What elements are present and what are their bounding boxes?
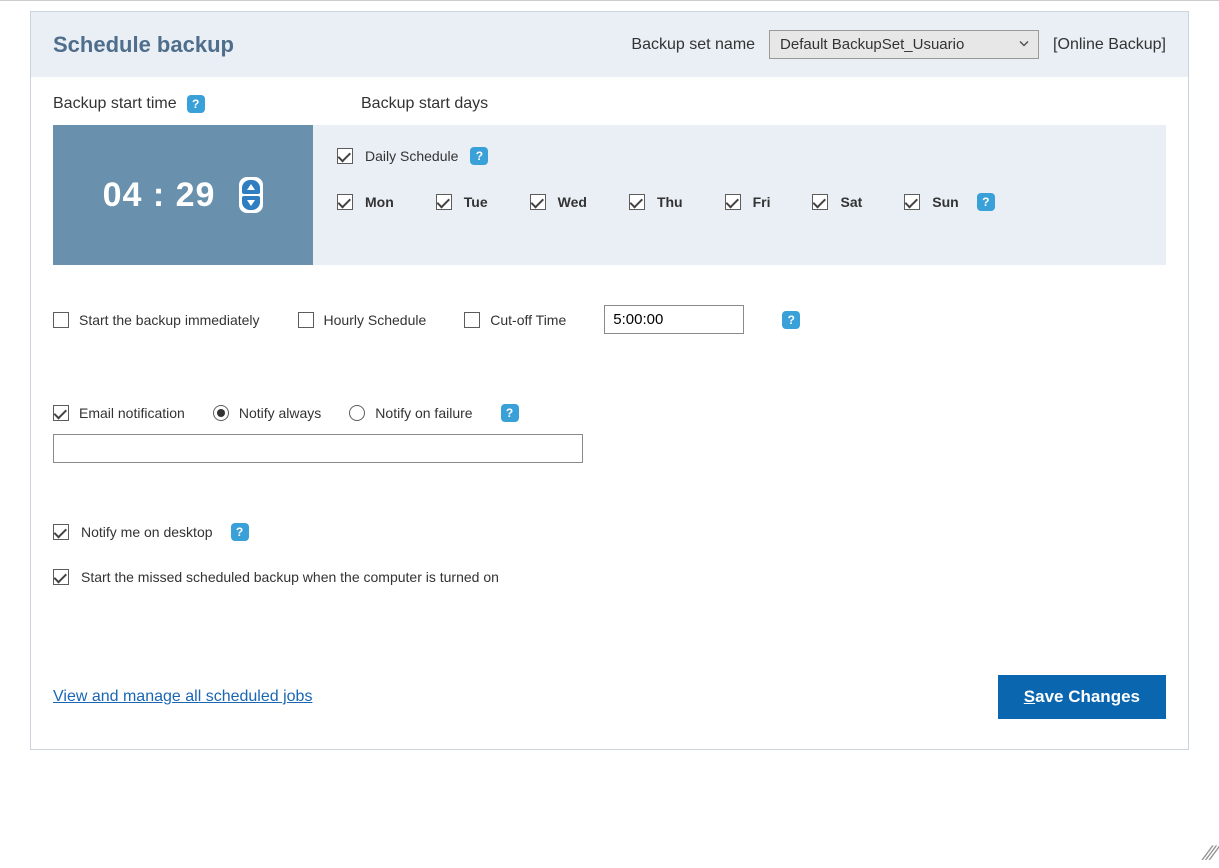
hourly-schedule-label: Hourly Schedule [324,312,427,328]
desktop-notify-row: Notify me on desktop ? [53,523,1166,541]
notify-on-failure-label: Notify on failure [375,405,472,421]
backup-set-selected-value: Default BackupSet_Usuario [780,36,964,53]
email-address-input[interactable] [53,434,583,463]
day-label: Wed [558,194,587,210]
start-time-legend: Backup start time [53,95,177,113]
day-label: Sun [932,194,958,210]
start-immediately-checkbox[interactable] [53,312,69,328]
day-mon-checkbox[interactable] [337,194,353,210]
day-label: Mon [365,194,394,210]
notify-always-label: Notify always [239,405,321,421]
backup-set-select[interactable]: Default BackupSet_Usuario [769,30,1039,59]
day-tue-checkbox[interactable] [436,194,452,210]
options-row: Start the backup immediately Hourly Sche… [53,305,1166,334]
panel-body: Backup start time ? Backup start days 04… [31,77,1188,749]
email-notification-checkbox[interactable] [53,405,69,421]
help-icon[interactable]: ? [187,95,205,113]
email-section: Email notification Notify always Notify … [53,404,1166,463]
day-label: Thu [657,194,683,210]
start-immediately-label: Start the backup immediately [79,312,260,328]
day-sat-checkbox[interactable] [812,194,828,210]
legend-row: Backup start time ? Backup start days [53,95,1166,125]
day-label: Tue [464,194,488,210]
time-increase-button[interactable] [242,180,260,194]
desktop-notify-checkbox[interactable] [53,524,69,540]
save-underline: S [1024,687,1035,706]
help-icon[interactable]: ? [501,404,519,422]
page-title: Schedule backup [53,32,234,58]
cutoff-time-label: Cut-off Time [490,312,566,328]
hourly-schedule-checkbox[interactable] [298,312,314,328]
days-box: Daily Schedule ? Mon Tue Wed Thu Fri Sat… [313,125,1166,265]
email-notification-label: Email notification [79,405,185,421]
time-picker: 04 : 29 [53,125,313,265]
day-thu-checkbox[interactable] [629,194,645,210]
missed-backup-row: Start the missed scheduled backup when t… [53,569,1166,585]
notify-on-failure-radio[interactable] [349,405,365,421]
time-value[interactable]: 04 : 29 [103,176,216,215]
start-days-legend: Backup start days [361,95,488,112]
backup-set-name-label: Backup set name [631,36,755,54]
daily-schedule-label: Daily Schedule [365,148,458,164]
help-icon[interactable]: ? [470,147,488,165]
time-day-row: 04 : 29 Daily Schedule ? Mon [53,125,1166,265]
manage-scheduled-jobs-link[interactable]: View and manage all scheduled jobs [53,688,312,706]
day-label: Fri [753,194,771,210]
backup-mode-label: [Online Backup] [1053,36,1166,54]
chevron-down-icon [1018,36,1030,53]
missed-backup-label: Start the missed scheduled backup when t… [81,569,499,585]
footer-row: View and manage all scheduled jobs Save … [53,675,1166,719]
resize-grip-icon[interactable]: /// [1201,843,1218,866]
help-icon[interactable]: ? [977,193,995,211]
day-fri-checkbox[interactable] [725,194,741,210]
save-rest: ave Changes [1035,687,1140,706]
day-wed-checkbox[interactable] [530,194,546,210]
help-icon[interactable]: ? [782,311,800,329]
help-icon[interactable]: ? [231,523,249,541]
panel-header: Schedule backup Backup set name Default … [31,12,1188,77]
time-spinner [239,177,263,213]
desktop-notify-label: Notify me on desktop [81,524,213,540]
day-label: Sat [840,194,862,210]
schedule-backup-panel: Schedule backup Backup set name Default … [30,11,1189,750]
cutoff-time-checkbox[interactable] [464,312,480,328]
cutoff-time-input[interactable] [604,305,744,334]
time-decrease-button[interactable] [242,196,260,210]
day-sun-checkbox[interactable] [904,194,920,210]
header-right: Backup set name Default BackupSet_Usuari… [631,30,1166,59]
notify-always-radio[interactable] [213,405,229,421]
days-list: Mon Tue Wed Thu Fri Sat Sun? [337,193,1142,211]
daily-schedule-checkbox[interactable] [337,148,353,164]
save-changes-button[interactable]: Save Changes [998,675,1166,719]
missed-backup-checkbox[interactable] [53,569,69,585]
